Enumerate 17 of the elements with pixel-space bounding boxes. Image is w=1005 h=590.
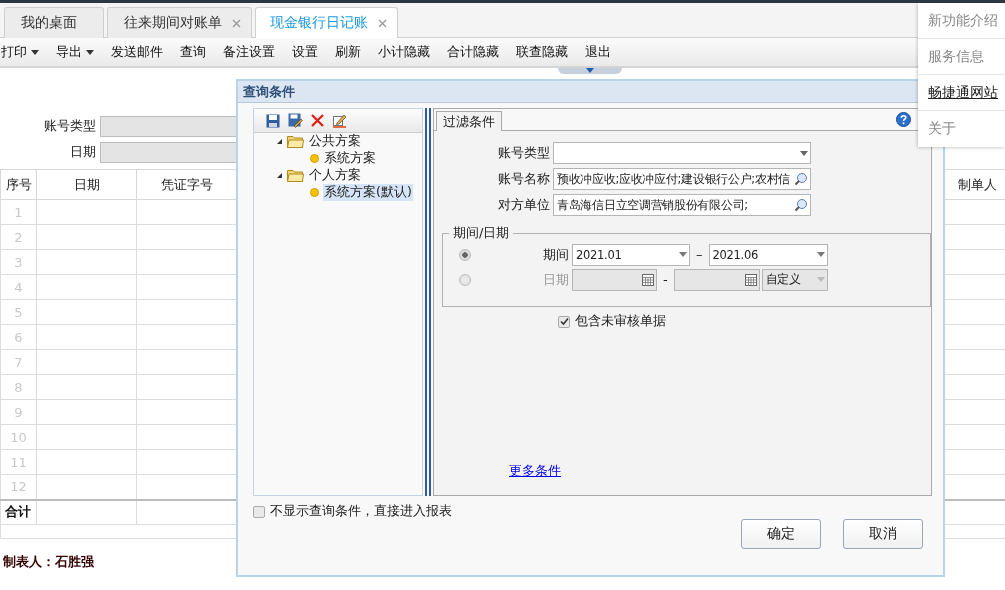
range-dash: – (696, 247, 703, 262)
checkbox-label: 不显示查询条件，直接进入报表 (270, 503, 452, 520)
dialog-title: 查询条件 (243, 82, 295, 101)
group-title: 期间/日期 (452, 224, 511, 242)
option-label: 期间 (542, 245, 569, 264)
report-maker: 制表人：石胜强 (3, 553, 94, 571)
column-header: 日期 (36, 169, 137, 200)
column-header: 序号 (0, 169, 37, 200)
filter-label: 账号类型 (43, 117, 96, 135)
total-label: 合计 (0, 499, 37, 525)
option-label: 日期 (542, 270, 569, 289)
field-label: 账号名称 (497, 170, 550, 188)
field-label: 账号类型 (497, 144, 550, 162)
checkbox-label: 包含未审核单据 (575, 313, 666, 330)
range-dash: - (663, 272, 668, 287)
filter-label: 日期 (69, 143, 96, 161)
field-label: 对方单位 (497, 196, 550, 214)
